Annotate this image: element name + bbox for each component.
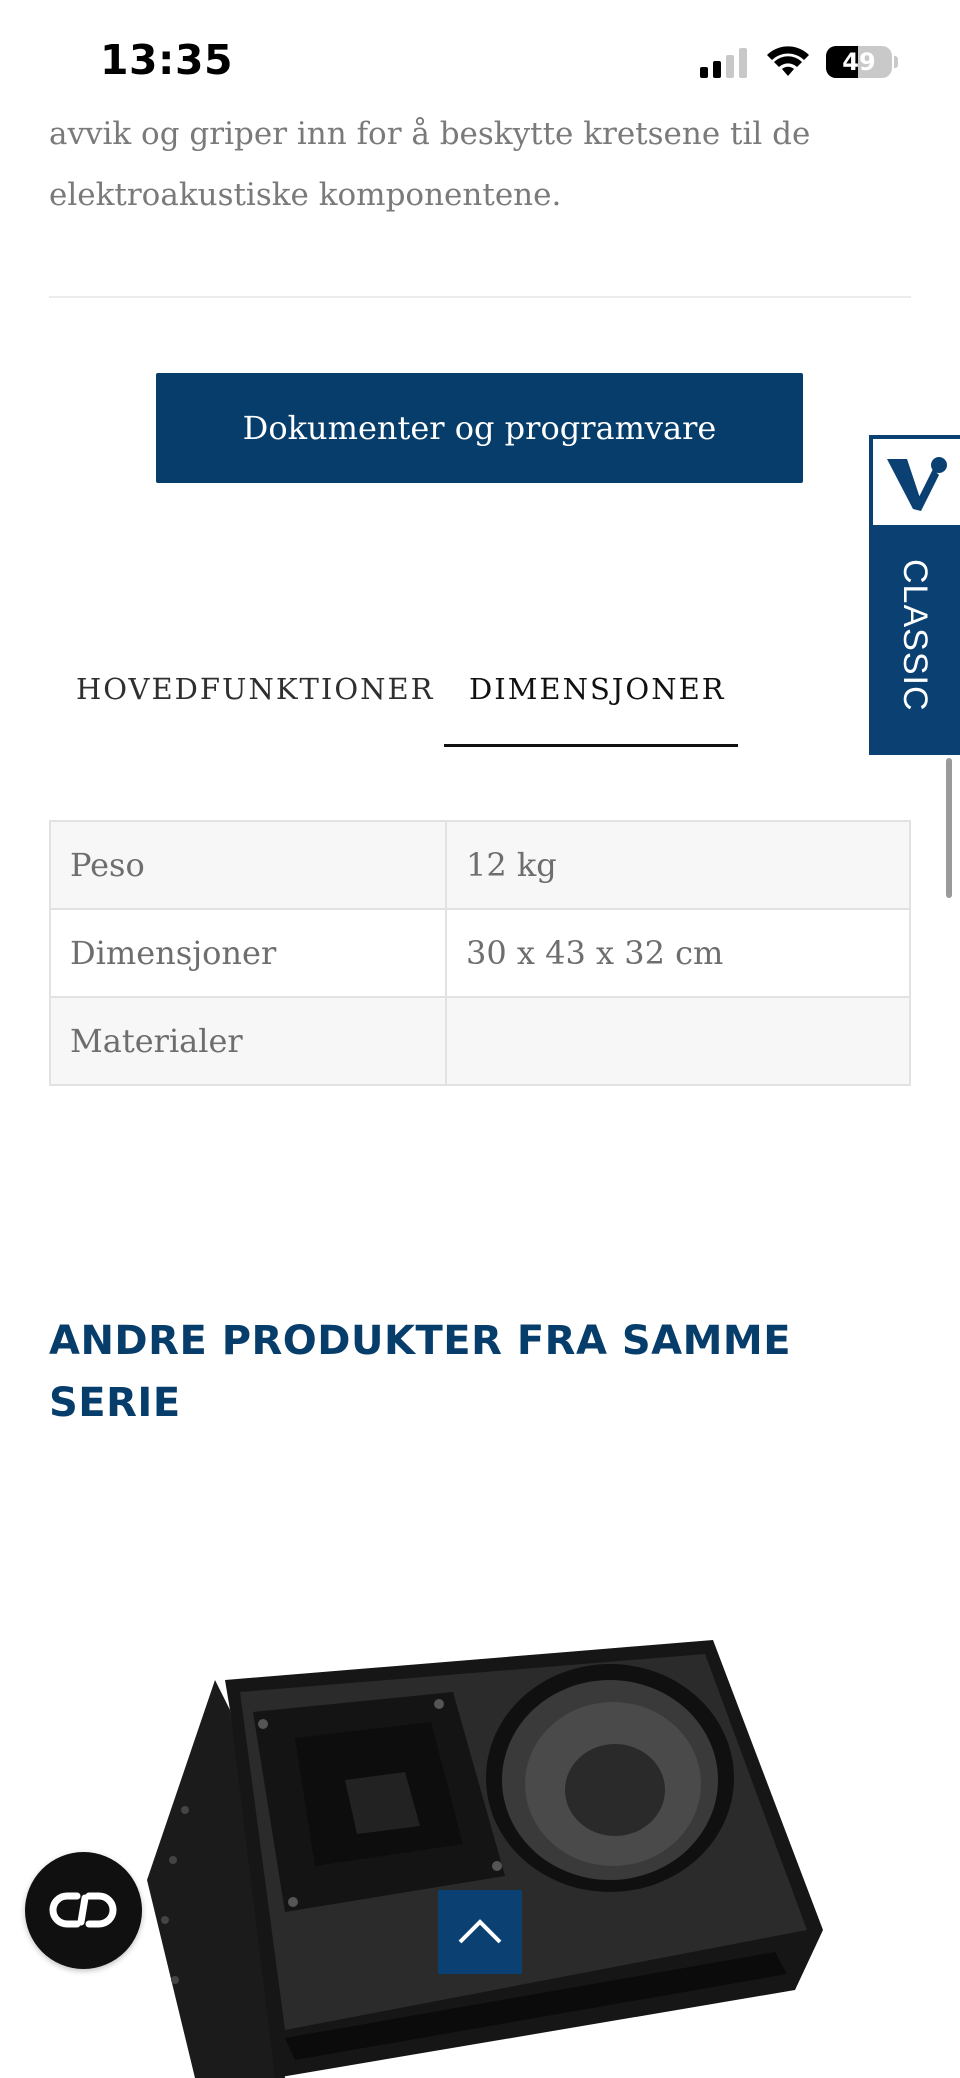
description-text: avvik og griper inn for å beskytte krets… (49, 116, 811, 213)
chat-link-icon (49, 1892, 117, 1928)
tab-dimensjoner[interactable]: DIMENSJONER (469, 672, 726, 706)
page-scrollbar[interactable] (946, 758, 952, 898)
table-row: Peso 12 kg (49, 820, 911, 910)
classic-label: CLASSIC (896, 558, 934, 712)
battery-tip (894, 56, 898, 68)
active-tab-indicator (444, 744, 738, 747)
spec-key: Materialer (49, 996, 447, 1086)
tab-hovedfunktioner[interactable]: HOVEDFUNKTIONER (76, 672, 434, 706)
related-products-heading: ANDRE PRODUKTER FRA SAMME SERIE (49, 1318, 792, 1426)
documents-software-button[interactable]: Dokumenter og programvare (156, 373, 803, 483)
classic-brand-badge[interactable]: CLASSIC (869, 435, 960, 755)
status-time: 13:35 (100, 36, 234, 84)
product-page: 13:35 49 avvik og griper inn for å besky… (0, 0, 960, 2078)
chat-button[interactable] (25, 1852, 142, 1969)
spec-value (445, 996, 911, 1086)
speaker-product-image[interactable] (135, 1630, 835, 2078)
battery-level: 49 (842, 48, 876, 76)
wifi-icon (767, 46, 809, 76)
spec-value: 12 kg (445, 820, 911, 910)
battery-icon: 49 (826, 46, 892, 78)
table-row: Dimensjoner 30 x 43 x 32 cm (49, 908, 911, 998)
spec-key: Dimensjoner (49, 908, 447, 998)
v-logo-icon (873, 439, 960, 525)
table-row: Materialer (49, 996, 911, 1086)
chevron-up-icon (458, 1919, 502, 1944)
spec-key: Peso (49, 820, 447, 910)
dimensions-table: Peso 12 kg Dimensjoner 30 x 43 x 32 cm M… (49, 820, 911, 1086)
cellular-signal-icon (700, 48, 750, 78)
spec-value: 30 x 43 x 32 cm (445, 908, 911, 998)
section-divider (49, 296, 911, 298)
scroll-to-top-button[interactable] (438, 1890, 522, 1974)
